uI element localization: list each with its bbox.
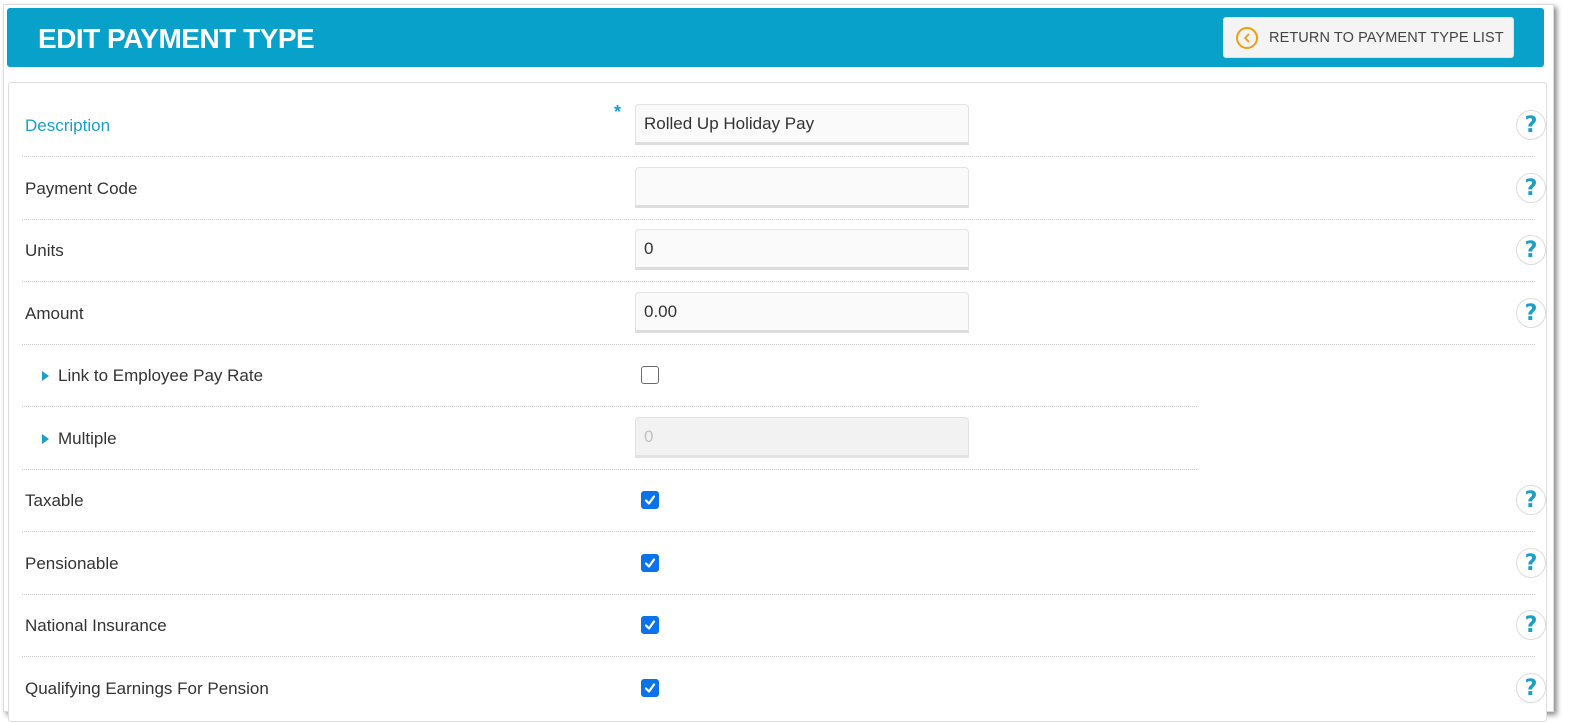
page-title: EDIT PAYMENT TYPE xyxy=(38,23,315,54)
expand-triangle-icon xyxy=(42,370,49,381)
form-row-qualifying-earnings-for-pension: Qualifying Earnings For Pension ? xyxy=(22,657,1546,720)
payment-code-input[interactable] xyxy=(635,167,969,208)
help-icon[interactable]: ? xyxy=(1516,235,1546,265)
help-icon[interactable]: ? xyxy=(1516,673,1546,703)
units-input[interactable] xyxy=(635,229,969,270)
form-row-taxable: Taxable ? xyxy=(22,469,1546,532)
help-icon[interactable]: ? xyxy=(1516,110,1546,140)
help-icon[interactable]: ? xyxy=(1516,298,1546,328)
form-row-pensionable: Pensionable ? xyxy=(22,532,1546,595)
checkmark-icon xyxy=(644,558,656,568)
units-label: Units xyxy=(25,240,64,260)
qualifying-earnings-for-pension-checkbox[interactable] xyxy=(641,679,659,697)
return-button-label: RETURN TO PAYMENT TYPE LIST xyxy=(1269,29,1504,46)
checkmark-icon xyxy=(644,683,656,693)
link-to-employee-pay-rate-text: Link to Employee Pay Rate xyxy=(58,365,264,385)
amount-input[interactable] xyxy=(635,292,969,333)
pensionable-checkbox[interactable] xyxy=(641,554,659,572)
national-insurance-label: National Insurance xyxy=(25,615,167,635)
national-insurance-checkbox[interactable] xyxy=(641,616,659,634)
link-to-employee-pay-rate-checkbox[interactable] xyxy=(641,366,659,384)
form-row-description: Description * ? xyxy=(22,94,1546,157)
required-marker: * xyxy=(614,102,622,122)
help-icon[interactable]: ? xyxy=(1516,548,1546,578)
description-input[interactable] xyxy=(635,104,969,145)
form-row-payment-code: Payment Code ? xyxy=(22,157,1546,220)
page-header: EDIT PAYMENT TYPE RETURN TO PAYMENT TYPE… xyxy=(7,8,1544,67)
amount-label: Amount xyxy=(25,303,84,323)
form-row-link-to-employee-pay-rate: Link to Employee Pay Rate xyxy=(22,344,1197,407)
chevron-left-circle-icon xyxy=(1236,26,1258,49)
form-row-national-insurance: National Insurance ? xyxy=(22,594,1546,657)
payment-code-label: Payment Code xyxy=(25,178,138,198)
return-to-payment-type-list-button[interactable]: RETURN TO PAYMENT TYPE LIST xyxy=(1223,17,1514,58)
help-icon[interactable]: ? xyxy=(1516,610,1546,640)
taxable-checkbox[interactable] xyxy=(641,491,659,509)
form-row-multiple: Multiple xyxy=(22,407,1197,470)
checkmark-icon xyxy=(644,620,656,630)
multiple-input xyxy=(635,417,969,458)
description-label: Description xyxy=(25,115,111,135)
edit-payment-type-form: Description * ? Payment Code ? Units ? A… xyxy=(8,82,1547,722)
link-to-employee-pay-rate-label: Link to Employee Pay Rate xyxy=(42,344,263,407)
expand-triangle-icon xyxy=(42,433,49,444)
multiple-text: Multiple xyxy=(58,428,117,448)
help-icon[interactable]: ? xyxy=(1516,485,1546,515)
help-icon[interactable]: ? xyxy=(1516,173,1546,203)
form-row-amount: Amount ? xyxy=(22,282,1546,345)
taxable-label: Taxable xyxy=(25,490,84,510)
pensionable-label: Pensionable xyxy=(25,553,119,573)
form-row-units: Units ? xyxy=(22,219,1546,282)
qualifying-earnings-for-pension-label: Qualifying Earnings For Pension xyxy=(25,678,269,698)
multiple-label: Multiple xyxy=(42,407,117,470)
checkmark-icon xyxy=(644,495,656,505)
